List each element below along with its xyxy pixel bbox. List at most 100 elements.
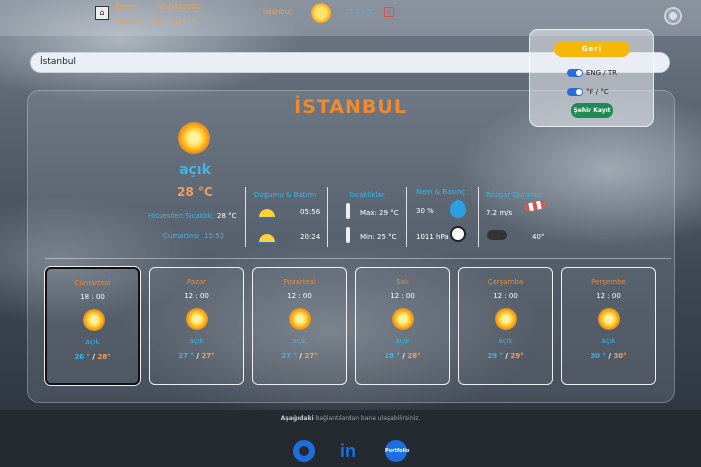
portfolio-icon[interactable]: Portfolio bbox=[385, 440, 409, 462]
forecast-day: Salı bbox=[396, 278, 409, 286]
forecast-time: 12 : 00 bbox=[287, 292, 312, 300]
close-icon[interactable]: × bbox=[384, 7, 394, 17]
feels-like-label: Hissesilen Sıcaklık: bbox=[148, 212, 215, 220]
wind-degree: 40° bbox=[532, 233, 545, 241]
forecast-condition: açık bbox=[395, 337, 410, 345]
language-toggle-label: ENG / TR bbox=[586, 69, 618, 77]
back-button[interactable]: Geri bbox=[554, 41, 630, 57]
max-temp: Max: 29 °C bbox=[360, 209, 399, 217]
forecast-card[interactable]: Cumartesi 18 : 00 açık 26 ° / 28° bbox=[45, 267, 140, 385]
forecast-day: Pazar bbox=[186, 278, 207, 286]
divider bbox=[478, 187, 479, 247]
forecast-high: 30° bbox=[613, 352, 627, 360]
sun-icon bbox=[598, 308, 620, 330]
forecast-card[interactable]: Perşembe 12 : 00 açık 30 ° / 30° bbox=[561, 267, 656, 385]
footer-text: Aşağıdaki bağlantılardan bana ulaşabilir… bbox=[0, 415, 701, 422]
sunset-icon bbox=[257, 228, 277, 244]
forecast-condition: açık bbox=[292, 337, 307, 345]
forecast-time: 12 : 00 bbox=[493, 292, 518, 300]
forecast-day: Perşembe bbox=[591, 278, 626, 286]
humidity-icon bbox=[450, 200, 466, 218]
current-temp: 28 °C bbox=[177, 185, 213, 199]
pressure-value: 1011 hPa bbox=[416, 233, 449, 241]
sunrise-icon bbox=[257, 203, 277, 219]
forecast-high: 29° bbox=[510, 352, 524, 360]
lat-label: Enlem: bbox=[115, 3, 140, 11]
forecast-temps: 29 ° / 29° bbox=[487, 352, 524, 360]
forecast-high: 28° bbox=[407, 352, 421, 360]
forecast-low: 27 ° bbox=[281, 352, 297, 360]
forecast-day: Cumartesi bbox=[74, 279, 111, 287]
divider bbox=[406, 187, 407, 247]
lon-value: 28.9387836 bbox=[153, 18, 196, 26]
thermometer-hot-icon bbox=[346, 203, 350, 219]
current-time: 15:52 bbox=[204, 232, 225, 240]
forecast-time: 12 : 00 bbox=[390, 292, 415, 300]
sun-icon bbox=[83, 309, 105, 331]
settings-panel: Geri ENG / TR °F / °C Şehir Kayıt bbox=[529, 29, 654, 127]
sun-icon bbox=[178, 122, 210, 154]
forecast-low: 30 ° bbox=[590, 352, 606, 360]
wind-speed: 7.2 m/s bbox=[486, 209, 513, 217]
linkedin-icon[interactable]: in bbox=[340, 441, 356, 462]
sun-icon bbox=[495, 308, 517, 330]
wind-section-title: Rüzgar Durumu bbox=[486, 191, 541, 199]
forecast-condition: açık bbox=[498, 337, 513, 345]
unit-toggle-label: °F / °C bbox=[586, 88, 609, 96]
sunset-time: 20:24 bbox=[300, 233, 321, 241]
forecast-temps: 30 ° / 30° bbox=[590, 352, 627, 360]
sun-icon bbox=[392, 308, 414, 330]
forecast-card[interactable]: Pazar 12 : 00 açık 27 ° / 27° bbox=[149, 267, 244, 385]
gear-icon[interactable] bbox=[664, 7, 682, 25]
forecast-time: 12 : 00 bbox=[596, 292, 621, 300]
current-condition: açık bbox=[179, 162, 211, 178]
forecast-temps: 27 ° / 27° bbox=[178, 352, 215, 360]
saved-city-temp: 28.73 °C bbox=[344, 8, 375, 16]
location-icon: ⌂ bbox=[95, 6, 109, 20]
pressure-gauge-icon bbox=[450, 226, 466, 242]
language-toggle[interactable] bbox=[567, 69, 583, 77]
sun-section-title: Doğumu & Batımı bbox=[254, 191, 317, 199]
temps-section-title: Sıcaklıklar bbox=[349, 191, 385, 199]
unit-toggle[interactable] bbox=[567, 88, 583, 96]
sun-icon bbox=[289, 308, 311, 330]
forecast-temps: 26 ° / 28° bbox=[74, 353, 111, 361]
footer-text-rest: bağlantılardan bana ulaşabilirsiniz. bbox=[313, 415, 421, 422]
forecast-time: 18 : 00 bbox=[80, 293, 105, 301]
current-day: Cumartesi bbox=[163, 232, 199, 240]
lat-value: 41.0121231 bbox=[158, 3, 201, 11]
forecast-condition: açık bbox=[85, 338, 100, 346]
sunrise-time: 05:56 bbox=[300, 208, 321, 216]
github-icon[interactable] bbox=[293, 440, 315, 462]
forecast-card[interactable]: Salı 12 : 00 açık 28 ° / 28° bbox=[355, 267, 450, 385]
forecast-card[interactable]: Çarşamba 12 : 00 açık 29 ° / 29° bbox=[458, 267, 553, 385]
forecast-low: 27 ° bbox=[178, 352, 194, 360]
forecast-high: 28° bbox=[97, 353, 111, 361]
feels-like-value: 28 °C bbox=[217, 212, 237, 220]
wind-direction-icon bbox=[487, 230, 507, 240]
forecast-condition: açık bbox=[189, 337, 204, 345]
footer-text-bold: Aşağıdaki bbox=[280, 415, 314, 422]
forecast-temps: 27 ° / 27° bbox=[281, 352, 318, 360]
divider bbox=[245, 187, 246, 247]
forecast-low: 26 ° bbox=[74, 353, 90, 361]
humidity-section-title: Nem & Basınç bbox=[416, 188, 466, 196]
forecast-high: 27° bbox=[304, 352, 318, 360]
min-temp: Min: 25 °C bbox=[360, 233, 397, 241]
forecast-low: 29 ° bbox=[487, 352, 503, 360]
forecast-high: 27° bbox=[201, 352, 215, 360]
forecast-low: 28 ° bbox=[384, 352, 400, 360]
save-city-button[interactable]: Şehir Kayıt bbox=[571, 103, 613, 118]
thermometer-cold-icon bbox=[346, 227, 350, 243]
forecast-condition: açık bbox=[601, 337, 616, 345]
forecast-day: Pazartesi bbox=[283, 278, 316, 286]
divider bbox=[45, 258, 671, 259]
saved-city-label[interactable]: İstanbul: bbox=[263, 8, 293, 16]
sun-icon bbox=[186, 308, 208, 330]
sun-icon bbox=[311, 3, 331, 23]
humidity-value: 30 % bbox=[416, 207, 434, 215]
forecast-card[interactable]: Pazartesi 12 : 00 açık 27 ° / 27° bbox=[252, 267, 347, 385]
forecast-day: Çarşamba bbox=[487, 278, 524, 286]
forecast-temps: 28 ° / 28° bbox=[384, 352, 421, 360]
divider bbox=[327, 187, 328, 247]
